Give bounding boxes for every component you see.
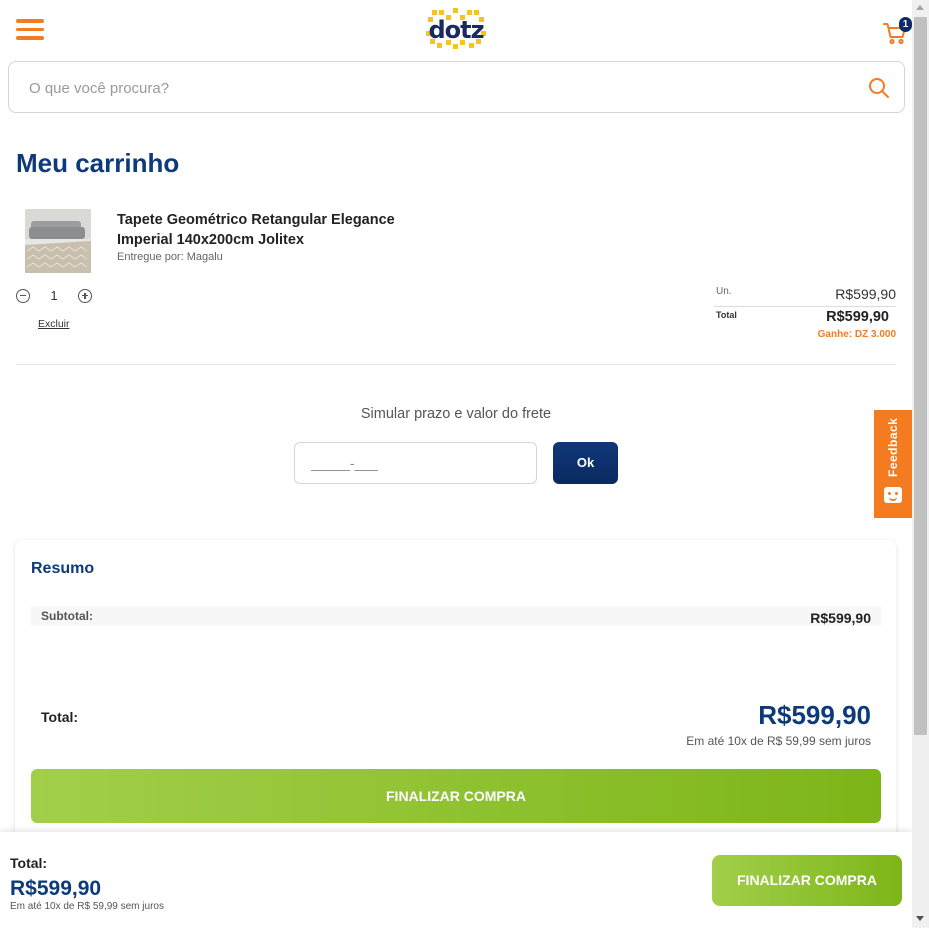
product-seller: Entregue por: Magalu	[117, 251, 223, 263]
product-image[interactable]	[25, 209, 91, 273]
cep-input[interactable]	[294, 442, 537, 484]
hamburger-menu-icon[interactable]	[16, 19, 44, 41]
product-name[interactable]: Tapete Geométrico Retangular Elegance Im…	[117, 210, 417, 250]
page-title: Meu carrinho	[16, 148, 180, 178]
summary-card: Resumo Subtotal: R$599,90 Total: R$599,9…	[15, 540, 896, 870]
header: dotz 1	[0, 0, 912, 60]
unit-price-label: Un.	[716, 286, 732, 297]
feedback-tab[interactable]: Feedback	[874, 410, 912, 518]
unit-price: R$599,90	[835, 286, 896, 302]
finalize-purchase-button[interactable]: FINALIZAR COMPRA	[31, 769, 881, 823]
scrollbar-thumb[interactable]	[914, 17, 927, 735]
subtotal-label: Subtotal:	[41, 609, 93, 623]
cart-count-badge: 1	[899, 17, 912, 32]
summary-installments: Em até 10x de R$ 59,99 sem juros	[686, 734, 871, 748]
remove-item-link[interactable]: Excluir	[38, 318, 70, 330]
summary-title: Resumo	[31, 560, 95, 577]
scroll-up-arrow-icon[interactable]	[916, 5, 924, 10]
bottom-finalize-purchase-button[interactable]: FINALIZAR COMPRA	[712, 855, 902, 906]
dotz-earn-label: Ganhe: DZ 3.000	[817, 329, 896, 340]
feedback-label: Feedback	[886, 417, 900, 477]
subtotal-value: R$599,90	[810, 610, 871, 626]
subtotal-row: Subtotal: R$599,90	[31, 606, 881, 626]
summary-total-label: Total:	[41, 709, 79, 725]
vertical-scrollbar[interactable]	[912, 0, 929, 928]
summary-total-value: R$599,90	[758, 700, 871, 730]
shipping-ok-button[interactable]: Ok	[553, 442, 618, 484]
item-total-price: R$599,90	[826, 309, 889, 325]
shipping-title: Simular prazo e valor do frete	[360, 406, 552, 422]
dotz-logo[interactable]: dotz	[424, 6, 488, 52]
item-total-label: Total	[716, 310, 737, 320]
price-divider	[714, 306, 896, 307]
search-input[interactable]	[29, 74, 829, 102]
item-separator	[16, 364, 896, 365]
scroll-down-arrow-icon[interactable]	[916, 916, 924, 921]
search-icon[interactable]	[867, 76, 891, 100]
bottom-installments: Em até 10x de R$ 59,99 sem juros	[10, 901, 164, 912]
sticky-checkout-bar: Total: R$599,90 Em até 10x de R$ 59,99 s…	[0, 832, 912, 928]
cart-page: dotz 1 Meu carrinho	[0, 0, 912, 928]
quantity-decrease-button[interactable]	[16, 289, 30, 303]
bottom-total-label: Total:	[10, 855, 48, 871]
quantity-value: 1	[50, 288, 58, 303]
quantity-increase-button[interactable]	[78, 289, 92, 303]
search-bar	[8, 61, 905, 113]
feedback-smile-icon	[884, 487, 902, 503]
logo-wordmark: dotz	[428, 16, 484, 44]
bottom-total-value: R$599,90	[10, 877, 102, 900]
